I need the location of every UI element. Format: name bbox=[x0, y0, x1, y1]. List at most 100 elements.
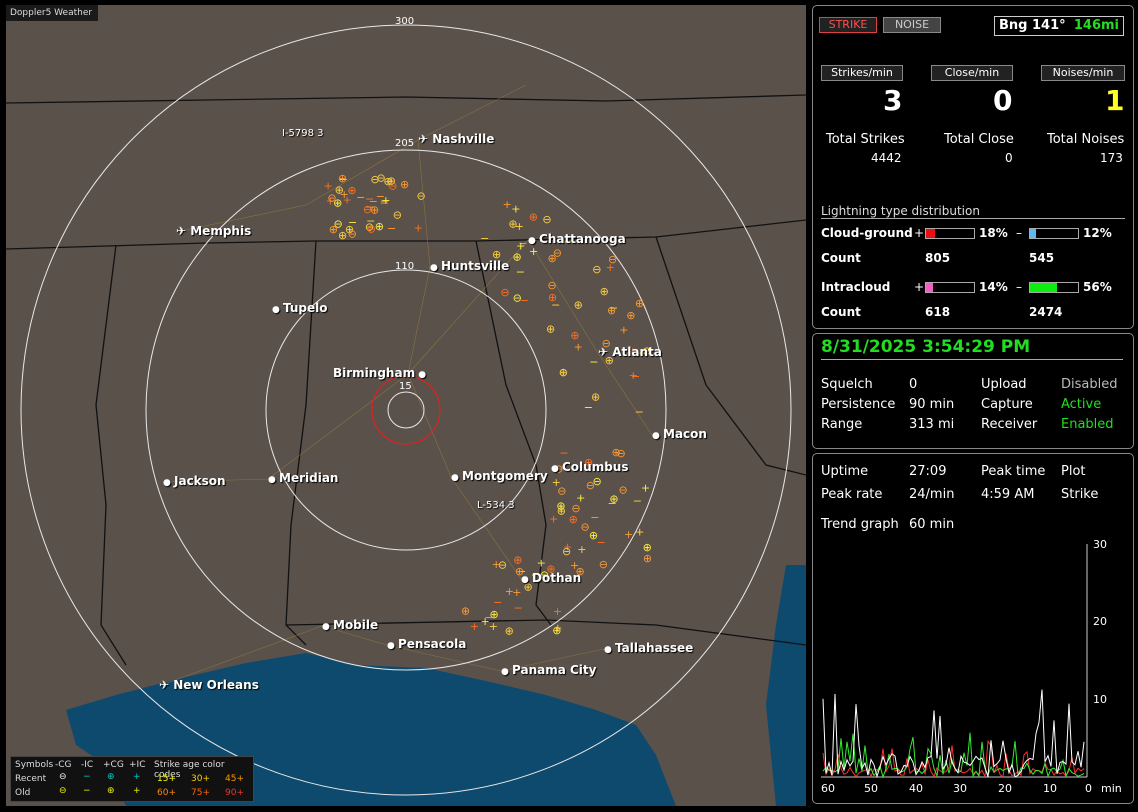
trend-graph-label: Trend graph bbox=[821, 517, 899, 532]
strike-marker: ⊕ bbox=[329, 223, 338, 236]
status-panel: 8/31/2025 3:54:29 PM Squelch 0 Upload Di… bbox=[812, 333, 1134, 449]
cg-positive-pct: 18% bbox=[979, 226, 1008, 240]
city-meridian: ● Meridian bbox=[268, 471, 338, 485]
airport-icon: ✈ bbox=[418, 132, 433, 146]
cg-count-label: Count bbox=[821, 251, 861, 265]
cg-negative-count: 545 bbox=[1029, 251, 1055, 265]
strike-marker: + bbox=[553, 605, 562, 618]
strike-marker: ⊕ bbox=[400, 178, 409, 191]
map-canvas: ⊕− −⊕⊖−⊕ ⊖⊕−−⊕+⊕+ ⊖⊖⊕− +⊖+⊖−⊖⊖+−⊕⊕⊖⊖⊕⊕−− ⊖⊕+ −… bbox=[6, 24, 806, 806]
bearing-distance: 146mi bbox=[1073, 18, 1119, 33]
strike-marker: + bbox=[549, 513, 558, 526]
city-chattanooga: ● Chattanooga bbox=[528, 232, 626, 246]
track-label-2: L-534 3 bbox=[477, 500, 515, 511]
legend-col-neg-ic: -IC bbox=[81, 760, 94, 770]
capture-value: Active bbox=[1061, 397, 1102, 412]
noises-per-min-header[interactable]: Noises/min bbox=[1041, 65, 1125, 81]
strike-marker: ⊖ bbox=[586, 479, 595, 492]
recent-neg-cg-icon: ⊖ bbox=[59, 772, 67, 782]
airport-icon: ✈ bbox=[176, 224, 191, 238]
strike-marker: + bbox=[635, 526, 644, 539]
recent-neg-ic-icon: − bbox=[83, 772, 91, 782]
city-dot-icon: ● bbox=[551, 464, 562, 474]
city-tupelo: ● Tupelo bbox=[272, 301, 328, 315]
trend-y-tick-10: 10 bbox=[1093, 693, 1107, 706]
trend-y-tick-20: 20 bbox=[1093, 615, 1107, 628]
total-noises-label: Total Noises bbox=[1047, 132, 1125, 147]
cg-positive-count: 805 bbox=[925, 251, 951, 265]
strike-marker: − bbox=[635, 406, 644, 419]
close-per-min-header[interactable]: Close/min bbox=[931, 65, 1013, 81]
trend-x-tick-30: 30 bbox=[953, 782, 967, 795]
track-label-1: I-5798 3 bbox=[282, 128, 324, 139]
strike-marker: ⊕ bbox=[643, 552, 652, 565]
strike-marker: ⊖ bbox=[547, 279, 556, 292]
cg-minus-sign: – bbox=[1016, 226, 1022, 240]
close-per-min-value: 0 bbox=[993, 84, 1013, 117]
ic-plus-sign: + bbox=[914, 280, 925, 294]
city-name: Huntsville bbox=[441, 259, 510, 273]
bearing-display: Bng 141° 146mi bbox=[994, 16, 1124, 36]
strike-marker: ⊕ bbox=[635, 297, 644, 310]
strike-marker: + bbox=[511, 203, 520, 216]
age-code-90: 90+ bbox=[225, 788, 244, 798]
city-new-orleans: ✈ New Orleans bbox=[159, 678, 259, 692]
airport-icon: ✈ bbox=[159, 678, 174, 692]
city-huntsville: ● Huntsville bbox=[430, 259, 509, 273]
trend-x-unit: min bbox=[1101, 782, 1122, 795]
city-dot-icon: ● bbox=[268, 475, 279, 485]
strike-marker: ⊕ bbox=[508, 217, 517, 230]
atlantic-water bbox=[766, 565, 806, 806]
peak-rate-label: Peak rate bbox=[821, 487, 883, 502]
city-dot-icon: ● bbox=[430, 263, 441, 273]
trend-x-tick-20: 20 bbox=[998, 782, 1012, 795]
strike-marker: + bbox=[505, 585, 514, 598]
noises-per-min-value: 1 bbox=[1105, 84, 1125, 117]
city-dot-icon: ● bbox=[451, 473, 462, 483]
cg-plus-sign: + bbox=[914, 226, 925, 240]
recent-pos-ic-icon: + bbox=[133, 772, 141, 782]
noise-button[interactable]: NOISE bbox=[883, 17, 941, 33]
strike-marker: − bbox=[633, 495, 642, 508]
strike-marker: + bbox=[553, 621, 562, 634]
city-birmingham: Birmingham ● bbox=[333, 366, 426, 380]
receiver-value: Enabled bbox=[1061, 417, 1114, 432]
city-name: Chattanooga bbox=[539, 232, 626, 246]
range-label: Range bbox=[821, 417, 863, 432]
city-atlanta: ✈ Atlanta bbox=[598, 345, 662, 359]
strike-marker: ⊕ bbox=[600, 285, 609, 298]
city-tallahassee: ● Tallahassee bbox=[604, 641, 693, 655]
city-dot-icon: ● bbox=[528, 236, 539, 246]
lightning-map[interactable]: ⊕ − − ⊕ ⊖ − ⊕ ⊖ ⊕ − − ⊕ + ⊕ + ⊖ ⊖ ⊕ − + ⊖ + ⊖ − ⊖ ⊖ + − ⊕ ⊕ ⊖ ⊖ ⊕ ⊕ − − ⊖ ⊕ + −… bbox=[6, 5, 806, 806]
city-dot-icon: ● bbox=[652, 431, 663, 441]
city-nashville: ✈ Nashville bbox=[418, 132, 494, 146]
strike-marker: − bbox=[365, 193, 374, 206]
ic-negative-bar bbox=[1029, 282, 1079, 293]
range-value: 313 mi bbox=[909, 417, 955, 432]
strike-marker: + bbox=[537, 557, 546, 570]
strike-marker: + bbox=[624, 528, 633, 541]
strike-marker: ⊖ bbox=[542, 213, 551, 226]
city-macon: ● Macon bbox=[652, 427, 707, 441]
strike-marker: + bbox=[481, 615, 490, 628]
strike-marker: − bbox=[520, 294, 529, 307]
city-name: Birmingham bbox=[333, 366, 416, 380]
strike-marker: − bbox=[516, 265, 525, 278]
legend-recent-label: Recent bbox=[15, 774, 47, 784]
city-mobile: ● Mobile bbox=[322, 618, 378, 632]
strike-button[interactable]: STRIKE bbox=[819, 17, 877, 33]
strike-marker: − bbox=[366, 214, 375, 227]
strikes-per-min-value: 3 bbox=[883, 84, 903, 117]
distribution-title: Lightning type distribution bbox=[821, 204, 980, 218]
age-code-30: 30+ bbox=[191, 774, 210, 784]
strike-marker: ⊕ bbox=[375, 220, 384, 233]
strike-marker: − bbox=[380, 196, 389, 209]
strike-marker: ⊕ bbox=[546, 323, 555, 336]
window-title: Doppler5 Weather bbox=[6, 5, 99, 21]
old-neg-ic-icon: − bbox=[83, 786, 91, 796]
city-jackson: ● Jackson bbox=[163, 474, 226, 488]
strikes-per-min-header[interactable]: Strikes/min bbox=[821, 65, 903, 81]
legend-symbols-label: Symbols bbox=[15, 760, 54, 770]
trend-graph-value: 60 min bbox=[909, 517, 955, 532]
ring-label-110: 110 bbox=[395, 261, 415, 272]
